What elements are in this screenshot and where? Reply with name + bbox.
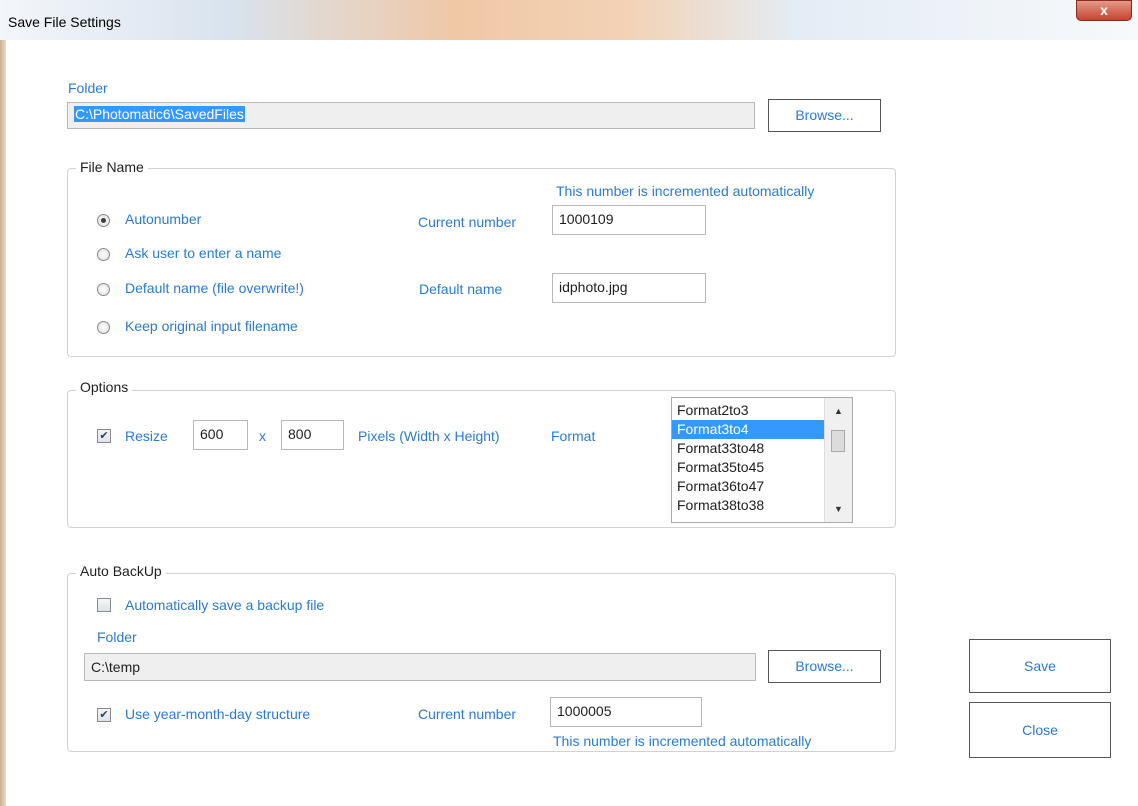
window-frame-left [0,40,6,806]
backup-number-hint: This number is incremented automatically [553,733,812,749]
default-name-input[interactable]: idphoto.jpg [552,273,706,303]
backup-folder-label: Folder [97,629,137,645]
window-title: Save File Settings [8,14,121,30]
ask-user-radio[interactable] [97,248,110,261]
folder-path-value: C:\Photomatic6\SavedFiles [74,106,245,122]
ymd-checkbox[interactable]: ✔ [97,708,111,722]
folder-path-field[interactable]: C:\Photomatic6\SavedFiles [67,102,755,129]
file-name-hint: This number is incremented automatically [556,183,815,199]
format-list-items: Format2to3 Format3to4 Format33to48 Forma… [672,401,824,515]
auto-backup-legend: Auto BackUp [76,563,166,579]
current-number-input[interactable]: 1000109 [552,205,706,235]
folder-label: Folder [68,80,108,96]
format-list-item[interactable]: Format36to47 [672,477,824,496]
auto-save-label[interactable]: Automatically save a backup file [125,597,324,613]
window-close-button[interactable]: x [1076,0,1132,21]
backup-current-number-label: Current number [418,706,517,722]
autonumber-radio[interactable] [97,214,110,227]
keep-original-radio[interactable] [97,321,110,334]
format-list-item-selected[interactable]: Format3to4 [672,420,824,439]
auto-save-checkbox[interactable] [97,598,111,612]
resize-label[interactable]: Resize [125,428,168,444]
format-scrollbar[interactable]: ▲ ▼ [824,398,852,522]
default-name-label: Default name [419,281,503,297]
default-name-option-label[interactable]: Default name (file overwrite!) [125,280,304,296]
keep-original-label[interactable]: Keep original input filename [125,318,298,334]
resize-x-label: x [259,428,266,444]
scroll-thumb[interactable] [831,430,845,452]
folder-browse-button[interactable]: Browse... [768,99,881,132]
scroll-up-icon[interactable]: ▲ [834,406,843,416]
options-legend: Options [76,379,133,395]
ymd-label[interactable]: Use year-month-day structure [125,706,310,722]
close-button[interactable]: Close [969,702,1111,758]
title-bar [0,0,1138,40]
resize-checkbox[interactable]: ✔ [97,429,111,443]
backup-folder-path-field[interactable]: C:\temp [84,653,756,681]
default-name-radio[interactable] [97,283,110,296]
backup-browse-button[interactable]: Browse... [768,650,881,683]
save-button[interactable]: Save [969,639,1111,693]
checkmark-icon: ✔ [99,709,109,721]
resize-width-input[interactable]: 600 [193,420,248,450]
checkmark-icon: ✔ [99,430,109,442]
format-list-item[interactable]: Format38to38 [672,496,824,515]
format-label: Format [551,428,596,444]
ask-user-label[interactable]: Ask user to enter a name [125,245,281,261]
current-number-label: Current number [418,214,517,230]
backup-current-number-input[interactable]: 1000005 [550,697,702,727]
file-name-legend: File Name [76,159,148,175]
format-listbox[interactable]: Format2to3 Format3to4 Format33to48 Forma… [671,397,853,523]
autonumber-label[interactable]: Autonumber [125,211,201,227]
format-list-item[interactable]: Format2to3 [672,401,824,420]
pixels-label: Pixels (Width x Height) [358,428,500,444]
scroll-down-icon[interactable]: ▼ [834,504,843,514]
resize-height-input[interactable]: 800 [281,420,344,450]
format-list-item[interactable]: Format33to48 [672,439,824,458]
format-list-item[interactable]: Format35to45 [672,458,824,477]
close-icon: x [1100,2,1108,18]
